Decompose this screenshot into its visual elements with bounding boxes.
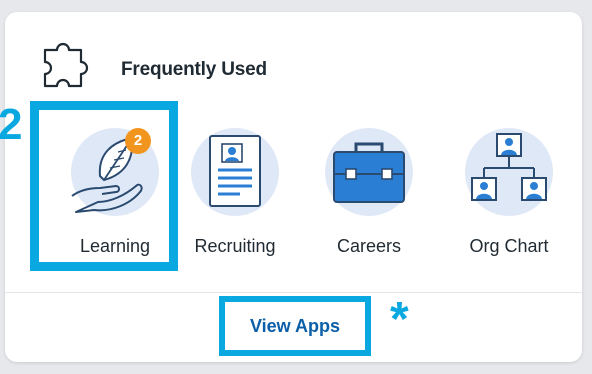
app-recruiting[interactable]: Recruiting (160, 114, 310, 274)
app-label-org-chart: Org Chart (469, 236, 549, 256)
app-label-recruiting: Recruiting (194, 236, 276, 256)
resume-icon (191, 128, 279, 216)
annotation-step-number: 2 (0, 100, 23, 149)
footer-divider (5, 292, 582, 293)
app-label-careers: Careers (336, 236, 402, 256)
app-org-chart[interactable]: Org Chart (434, 114, 582, 274)
org-chart-icon (465, 128, 553, 216)
card-title: Frequently Used (121, 59, 267, 80)
app-careers[interactable]: Careers (294, 114, 444, 274)
briefcase-icon (325, 128, 413, 216)
annotation-asterisk: * (390, 293, 409, 346)
highlight-box-learning (30, 101, 178, 271)
puzzle-icon (43, 42, 89, 88)
view-apps-button[interactable]: View Apps (219, 296, 371, 356)
